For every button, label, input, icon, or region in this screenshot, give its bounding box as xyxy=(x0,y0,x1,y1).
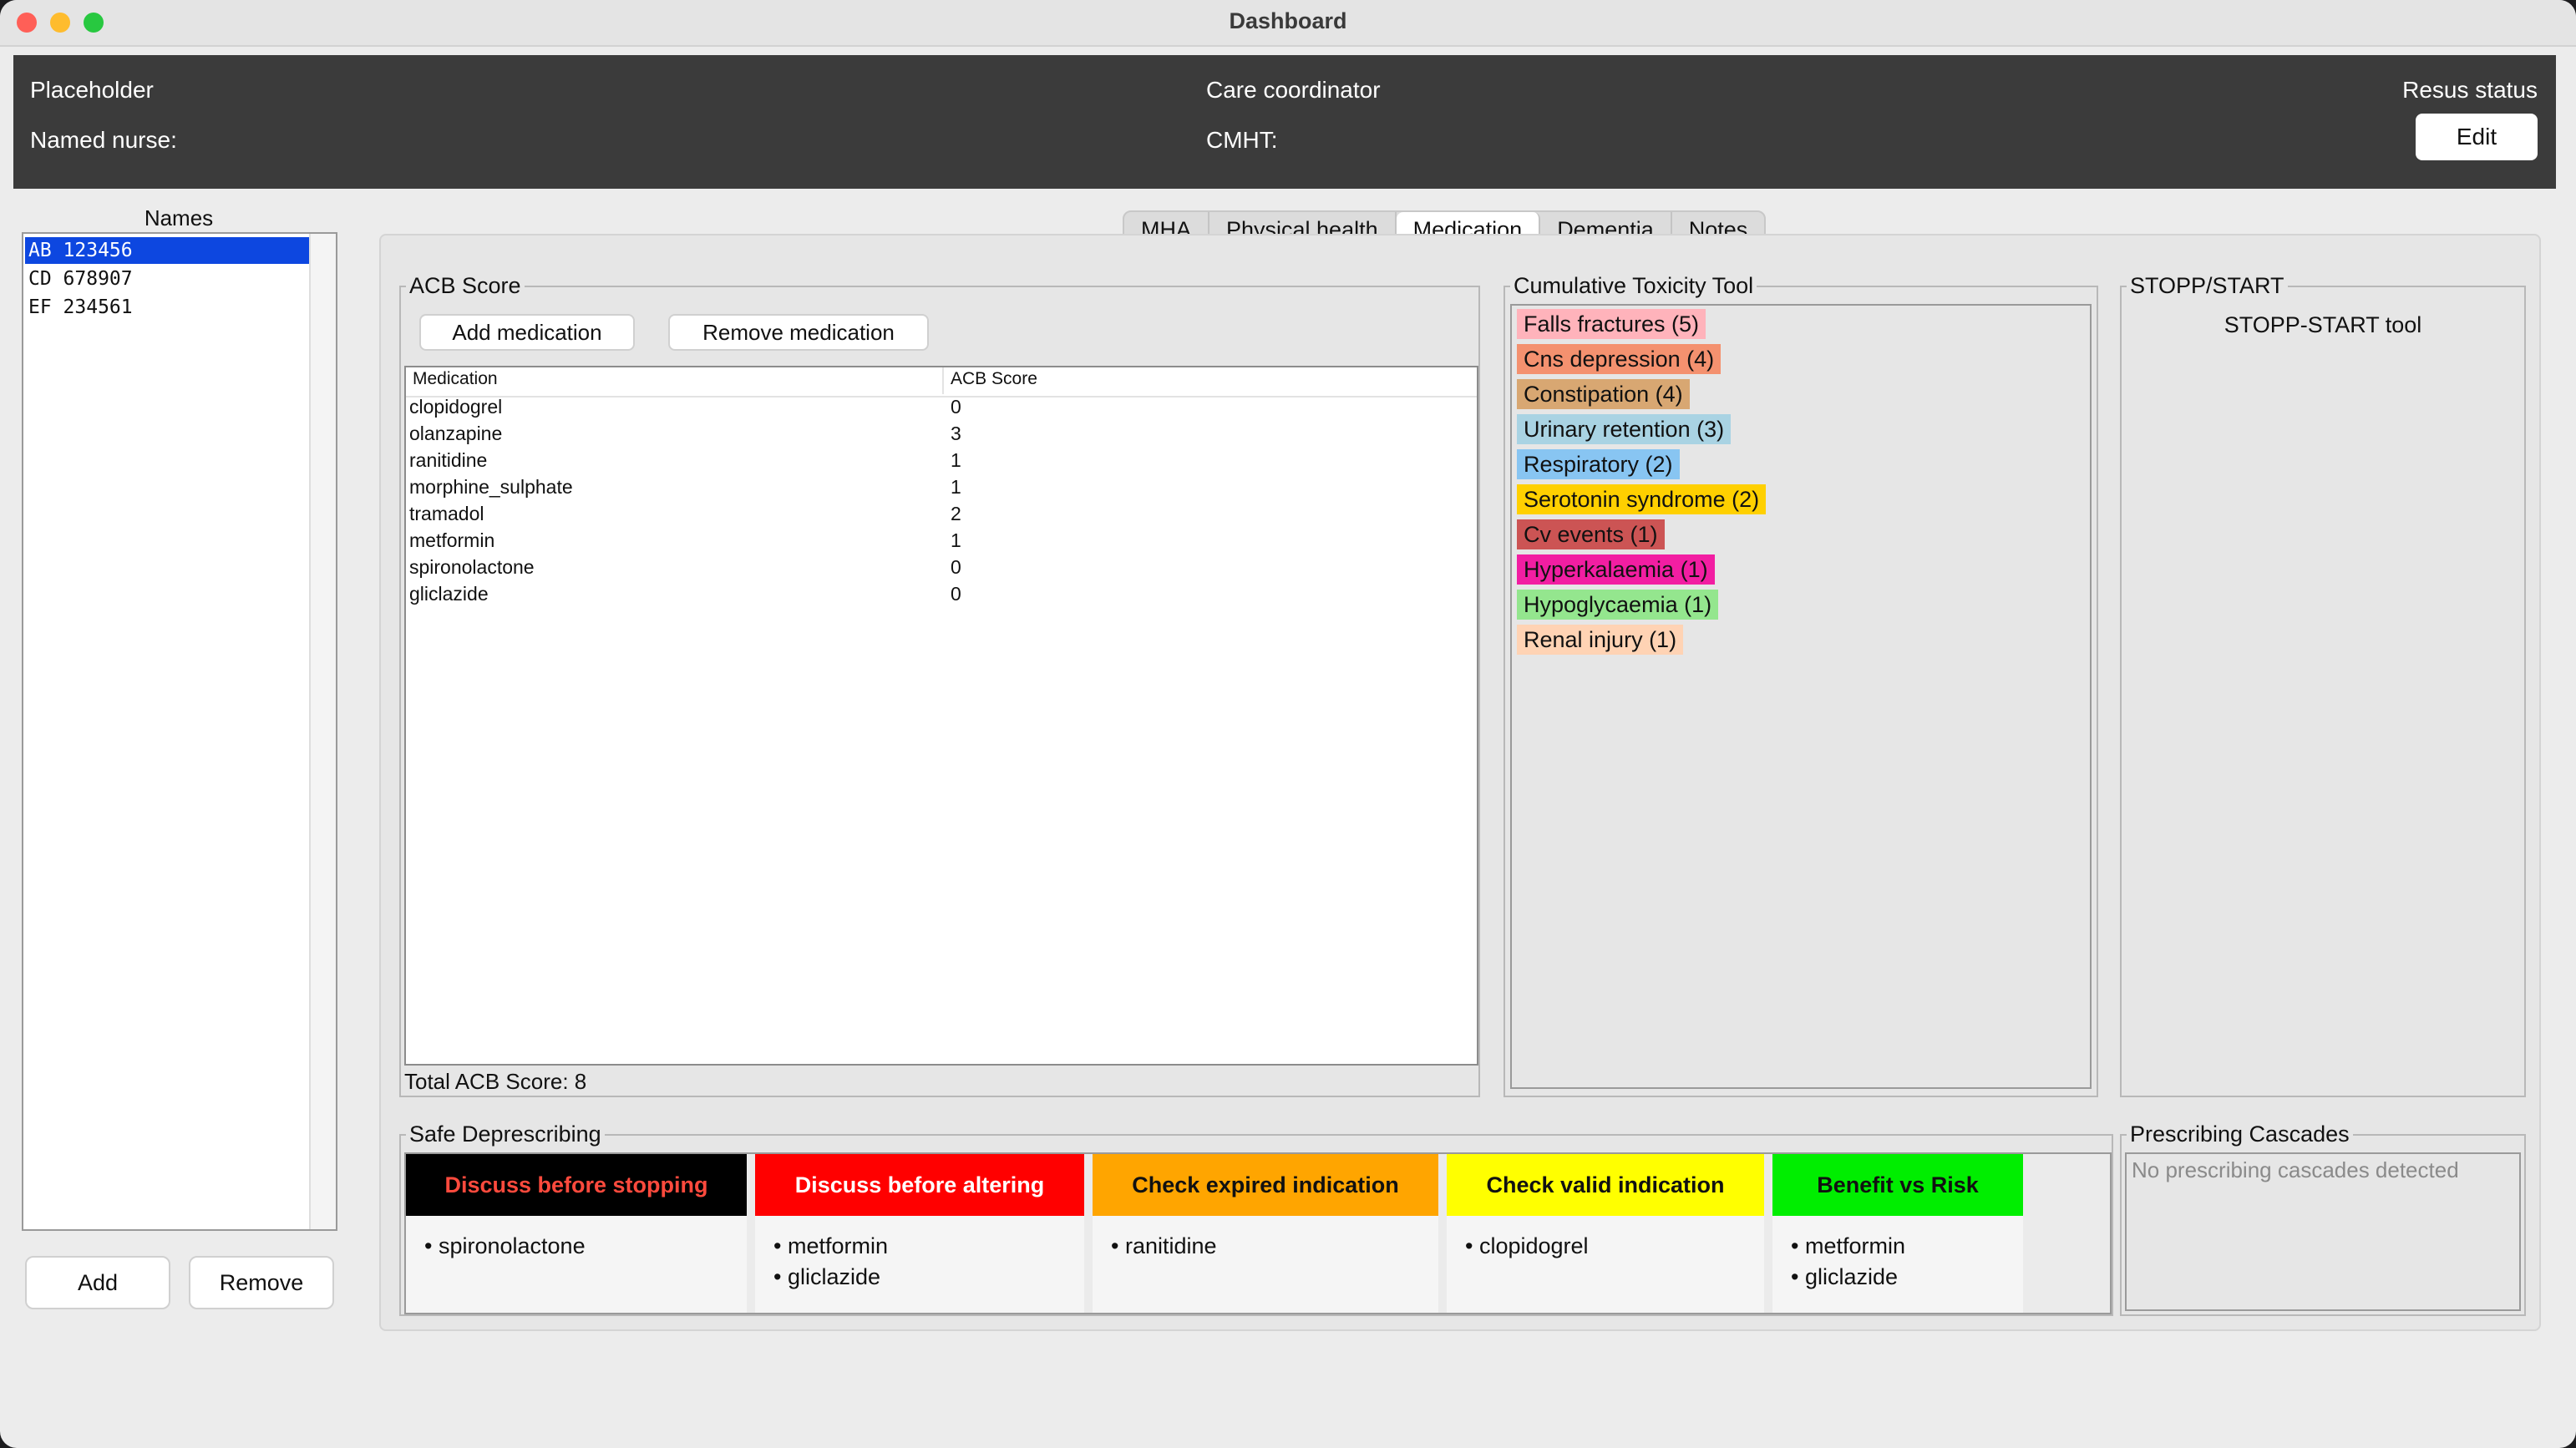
toxicity-item-renal-injury: Renal injury (1) xyxy=(1517,625,1684,655)
add-medication-button[interactable]: Add medication xyxy=(419,314,635,351)
table-cell-medication: olanzapine xyxy=(409,423,503,444)
cmht-label: CMHT: xyxy=(1206,127,1278,153)
resus-status-label: Resus status xyxy=(2402,77,2538,103)
prescribing-cascades-text: No prescribing cascades detected xyxy=(2125,1152,2521,1311)
table-cell-score: 0 xyxy=(951,583,961,605)
stopp-start-group: STOPP/START STOPP-START tool xyxy=(2120,272,2526,1097)
toxicity-item-falls-fractures: Falls fractures (5) xyxy=(1517,309,1706,339)
column-header-acb-score[interactable]: ACB Score xyxy=(951,369,1037,389)
remove-medication-button[interactable]: Remove medication xyxy=(668,314,929,351)
table-cell-score: 2 xyxy=(951,503,961,524)
names-label: Names xyxy=(144,205,214,230)
table-cell-score: 0 xyxy=(951,396,961,418)
card-discuss-before-stopping: Discuss before stopping spironolactone xyxy=(406,1154,747,1313)
names-scrollbar[interactable] xyxy=(309,234,336,1229)
table-cell-medication: morphine_sulphate xyxy=(409,476,573,498)
card-header: Benefit vs Risk xyxy=(1772,1154,2023,1216)
toxicity-item-respiratory: Respiratory (2) xyxy=(1517,449,1680,479)
window-title: Dashboard xyxy=(1229,8,1347,33)
card-check-expired-indication: Check expired indication ranitidine xyxy=(1093,1154,1438,1313)
table-cell-score: 3 xyxy=(951,423,961,444)
card-check-valid-indication: Check valid indication clopidogrel xyxy=(1447,1154,1764,1313)
toxicity-item-hyperkalaemia: Hyperkalaemia (1) xyxy=(1517,554,1715,585)
table-cell-score: 0 xyxy=(951,556,961,578)
table-cell-score: 1 xyxy=(951,529,961,551)
toxicity-item-serotonin-syndrome: Serotonin syndrome (2) xyxy=(1517,484,1767,514)
list-item: ranitidine xyxy=(1111,1231,1438,1262)
prescribing-cascades-group: Prescribing Cascades No prescribing casc… xyxy=(2120,1121,2526,1316)
card-header: Discuss before stopping xyxy=(406,1154,747,1216)
table-header: Medication ACB Score xyxy=(406,367,1477,397)
table-cell-medication: spironolactone xyxy=(409,556,535,578)
column-header-medication[interactable]: Medication xyxy=(413,369,498,389)
title-bar: Dashboard xyxy=(0,0,2576,47)
patient-header: Placeholder Named nurse: Care coordinato… xyxy=(13,55,2556,189)
toxicity-group: Cumulative Toxicity Tool Falls fractures… xyxy=(1504,272,2098,1097)
name-item[interactable]: CD 678907 xyxy=(25,266,311,292)
stopp-start-tool-label: STOPP-START tool xyxy=(2224,312,2422,337)
acb-table[interactable]: Medication ACB Score clopidogrel 0 olanz… xyxy=(404,366,1478,1066)
list-item: gliclazide xyxy=(773,1262,1084,1293)
list-item: metformin xyxy=(773,1231,1084,1262)
table-cell-medication: clopidogrel xyxy=(409,396,503,418)
card-header: Discuss before altering xyxy=(755,1154,1084,1216)
safe-deprescribing-title: Safe Deprescribing xyxy=(406,1121,605,1147)
table-cell-medication: ranitidine xyxy=(409,449,488,471)
toxicity-title: Cumulative Toxicity Tool xyxy=(1510,272,1757,299)
card-discuss-before-altering: Discuss before altering metformin glicla… xyxy=(755,1154,1084,1313)
safe-deprescribing-group: Safe Deprescribing Discuss before stoppi… xyxy=(399,1121,2113,1316)
edit-button[interactable]: Edit xyxy=(2416,114,2538,160)
care-coordinator-label: Care coordinator xyxy=(1206,77,1381,103)
toxicity-item-cns-depression: Cns depression (4) xyxy=(1517,344,1722,374)
table-cell-medication: metformin xyxy=(409,529,495,551)
dashboard-window: Dashboard Placeholder Named nurse: Care … xyxy=(0,0,2576,1448)
card-header: Check valid indication xyxy=(1447,1154,1764,1216)
toxicity-item-hypoglycaemia: Hypoglycaemia (1) xyxy=(1517,590,1719,620)
prescribing-cascades-title: Prescribing Cascades xyxy=(2127,1121,2353,1147)
names-list[interactable]: AB 123456 CD 678907 EF 234561 xyxy=(22,232,337,1231)
total-acb-score: Total ACB Score: 8 xyxy=(404,1069,587,1094)
card-header: Check expired indication xyxy=(1093,1154,1438,1216)
table-cell-score: 1 xyxy=(951,449,961,471)
medication-panel: ACB Score Add medication Remove medicati… xyxy=(379,234,2541,1331)
acb-score-group: ACB Score Add medication Remove medicati… xyxy=(399,272,1480,1097)
list-item: spironolactone xyxy=(424,1231,747,1262)
table-cell-medication: tramadol xyxy=(409,503,484,524)
deprescribing-cards: Discuss before stopping spironolactone D… xyxy=(404,1152,2112,1314)
table-cell-score: 1 xyxy=(951,476,961,498)
card-benefit-vs-risk: Benefit vs Risk metformin gliclazide xyxy=(1772,1154,2023,1313)
toxicity-list: Falls fractures (5) Cns depression (4) C… xyxy=(1510,304,2092,1089)
patient-name: Placeholder xyxy=(30,77,154,103)
toxicity-item-cv-events: Cv events (1) xyxy=(1517,519,1665,549)
list-item: metformin xyxy=(1791,1231,2023,1262)
list-item: gliclazide xyxy=(1791,1262,2023,1293)
add-name-button[interactable]: Add xyxy=(25,1256,170,1309)
toxicity-item-constipation: Constipation (4) xyxy=(1517,379,1690,409)
named-nurse-label: Named nurse: xyxy=(30,127,177,153)
name-item-selected[interactable]: AB 123456 xyxy=(25,237,311,264)
toxicity-item-urinary-retention: Urinary retention (3) xyxy=(1517,414,1732,444)
stopp-start-title: STOPP/START xyxy=(2127,272,2288,299)
name-item[interactable]: EF 234561 xyxy=(25,294,311,321)
acb-score-title: ACB Score xyxy=(406,272,525,299)
remove-name-button[interactable]: Remove xyxy=(189,1256,334,1309)
list-item: clopidogrel xyxy=(1465,1231,1764,1262)
table-cell-medication: gliclazide xyxy=(409,583,489,605)
